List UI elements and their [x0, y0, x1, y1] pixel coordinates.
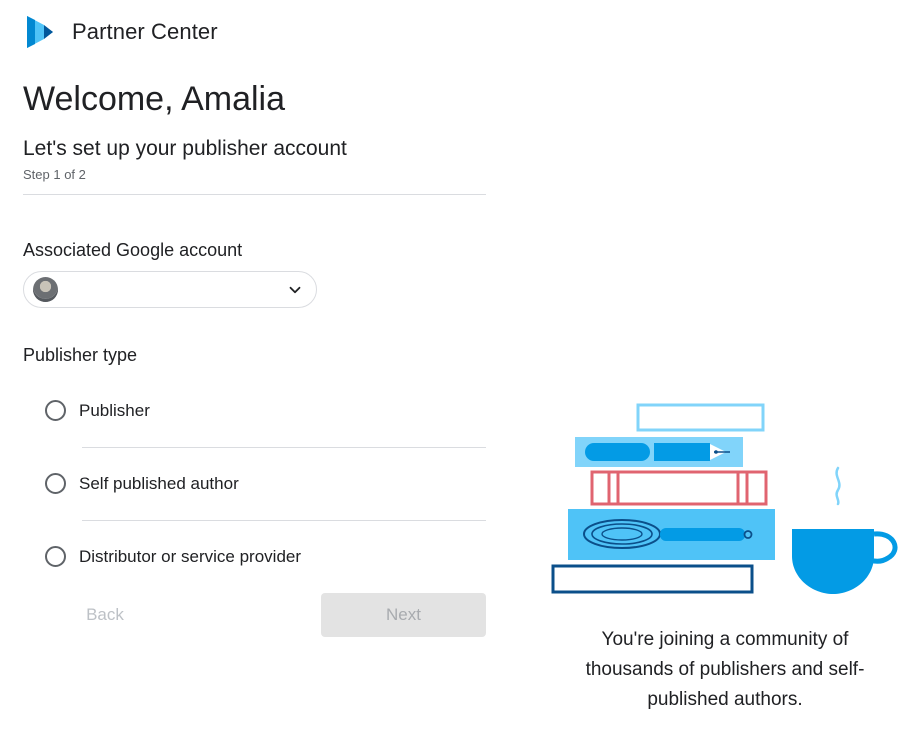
step-indicator: Step 1 of 2 — [23, 167, 86, 182]
radio-option-self-published[interactable]: Self published author — [45, 473, 239, 494]
pen-icon — [585, 443, 650, 461]
next-button[interactable]: Next — [321, 593, 486, 637]
radio-label: Self published author — [79, 473, 239, 493]
steam-icon — [835, 466, 841, 506]
option-divider — [82, 520, 486, 521]
books-and-coffee-illustration — [551, 403, 898, 594]
radio-button[interactable] — [45, 400, 66, 421]
page-title: Welcome, Amalia — [23, 80, 286, 118]
play-books-logo-icon — [27, 16, 53, 48]
chevron-down-icon — [289, 286, 301, 293]
radio-option-publisher[interactable]: Publisher — [45, 400, 150, 421]
back-button[interactable]: Back — [70, 598, 140, 632]
book-icon — [636, 403, 765, 432]
account-label: Associated Google account — [23, 240, 243, 260]
page-subtitle: Let's set up your publisher account — [23, 137, 347, 160]
header-divider — [23, 194, 486, 195]
option-divider — [82, 447, 486, 448]
radio-label: Distributor or service provider — [79, 546, 302, 566]
app-header: Partner Center — [24, 14, 218, 50]
app-name: Partner Center — [72, 19, 218, 44]
account-dropdown[interactable] — [23, 271, 317, 308]
publisher-type-label: Publisher type — [23, 345, 138, 365]
radio-button[interactable] — [45, 473, 66, 494]
setup-page: Partner Center Welcome, Amalia Let's set… — [0, 0, 913, 750]
coffee-cup-icon — [792, 529, 874, 594]
radio-label: Publisher — [79, 400, 150, 420]
radio-option-distributor[interactable]: Distributor or service provider — [45, 546, 301, 567]
radio-button[interactable] — [45, 546, 66, 567]
community-message: You're joining a community of thousands … — [585, 629, 865, 710]
avatar — [33, 277, 58, 302]
book-icon — [551, 564, 754, 594]
